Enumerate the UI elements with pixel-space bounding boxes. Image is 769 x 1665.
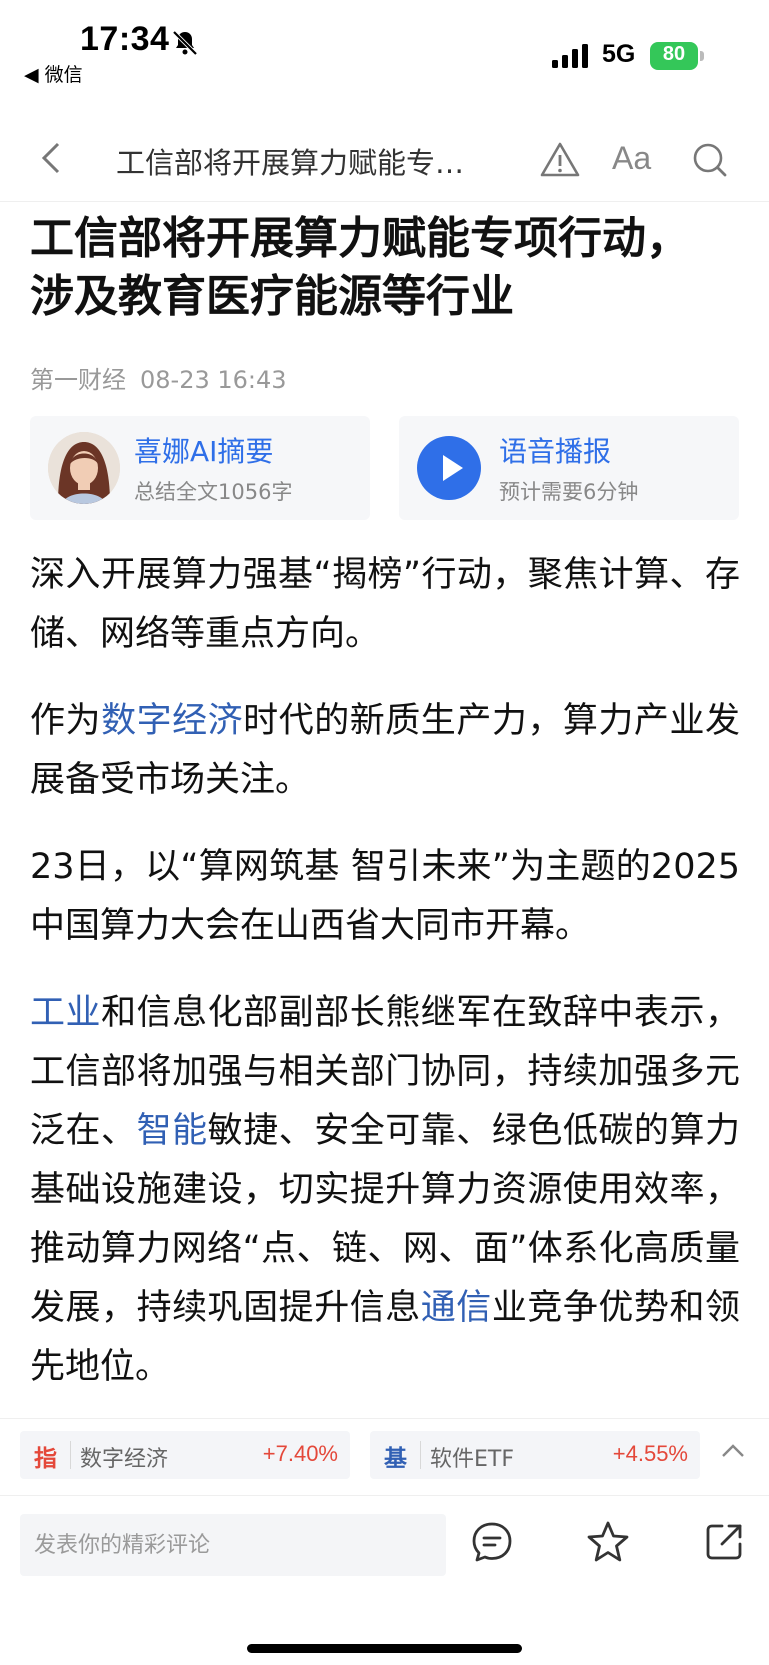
play-icon[interactable]	[417, 436, 481, 500]
quote-name: 数字经济	[80, 1447, 169, 1472]
audio-sub: 预计需要6分钟	[499, 480, 639, 504]
battery-indicator: 80	[650, 42, 706, 70]
status-time: 17:34	[80, 20, 170, 58]
article-body: 深入开展算力强基“揭榜”行动，聚焦计算、存储、网络等重点方向。 作为数字经济时代…	[30, 546, 740, 1425]
article-datetime: 08-23 16:43	[140, 366, 287, 394]
keyword-link-digital-economy[interactable]: 数字经济	[101, 701, 243, 741]
quote-chip-software-etf[interactable]: 基 软件ETF +4.55%	[370, 1431, 700, 1479]
keyword-link-intelligence[interactable]: 智能	[137, 1111, 208, 1151]
bottom-bar	[0, 1495, 769, 1665]
keyword-link-telecom[interactable]: 通信	[421, 1288, 492, 1328]
article-meta: 第一财经 08-23 16:43	[30, 360, 287, 395]
quote-change: +4.55%	[612, 1441, 688, 1466]
status-bar: 17:34 ◀ 微信 5G 80	[0, 0, 769, 108]
keyword-link-industry[interactable]: 工业	[30, 993, 101, 1033]
battery-level: 80	[662, 43, 686, 65]
star-icon[interactable]	[584, 1518, 632, 1566]
article-headline: 工信部将开展算力赋能专项行动，涉及教育医疗能源等行业	[30, 213, 690, 322]
quote-tag: 指	[34, 1446, 57, 1472]
search-icon[interactable]	[688, 138, 732, 182]
signal-icon	[552, 44, 588, 68]
audio-broadcast-card[interactable]: 语音播报 预计需要6分钟	[399, 416, 739, 520]
quote-change: +7.40%	[262, 1441, 338, 1466]
network-type: 5G	[602, 40, 636, 68]
related-quotes-bar: 指 数字经济 +7.40% 基 软件ETF +4.55%	[0, 1418, 769, 1494]
quote-tag: 基	[384, 1446, 407, 1472]
audio-title: 语音播报	[499, 435, 612, 468]
paragraph-4: 工业和信息化部副部长熊继军在致辞中表示，工信部将加强与相关部门协同，持续加强多元…	[30, 984, 740, 1397]
home-indicator	[247, 1644, 522, 1653]
bell-muted-icon	[172, 30, 198, 56]
ai-summary-card[interactable]: 喜娜AI摘要 总结全文1056字	[30, 416, 370, 520]
ai-summary-title: 喜娜AI摘要	[134, 435, 274, 468]
text: 作为	[30, 701, 102, 741]
chevron-up-icon[interactable]	[720, 1441, 746, 1461]
paragraph-1: 深入开展算力强基“揭榜”行动，聚焦计算、存储、网络等重点方向。	[30, 555, 740, 654]
paragraph-2: 作为数字经济时代的新质生产力，算力产业发展备受市场关注。	[30, 692, 740, 810]
quote-name: 软件ETF	[430, 1447, 514, 1472]
font-size-button[interactable]: Aa	[612, 140, 662, 184]
back-to-wechat[interactable]: ◀ 微信	[24, 60, 83, 87]
warning-icon[interactable]	[538, 138, 582, 182]
article-source: 第一财经	[30, 366, 126, 394]
back-chevron-icon[interactable]	[36, 138, 66, 178]
ai-avatar	[48, 432, 120, 504]
quote-chip-digital-economy[interactable]: 指 数字经济 +7.40%	[20, 1431, 350, 1479]
nav-title: 工信部将开展算力赋能专…	[116, 146, 465, 180]
ai-summary-sub: 总结全文1056字	[134, 480, 293, 504]
comment-input[interactable]	[20, 1514, 446, 1576]
comment-icon[interactable]	[468, 1518, 516, 1566]
paragraph-3: 23日，以“算网筑基 智引未来”为主题的2025中国算力大会在山西省大同市开幕。	[30, 847, 740, 946]
share-icon[interactable]	[700, 1518, 748, 1566]
nav-bar: 工信部将开展算力赋能专… Aa	[0, 118, 769, 202]
